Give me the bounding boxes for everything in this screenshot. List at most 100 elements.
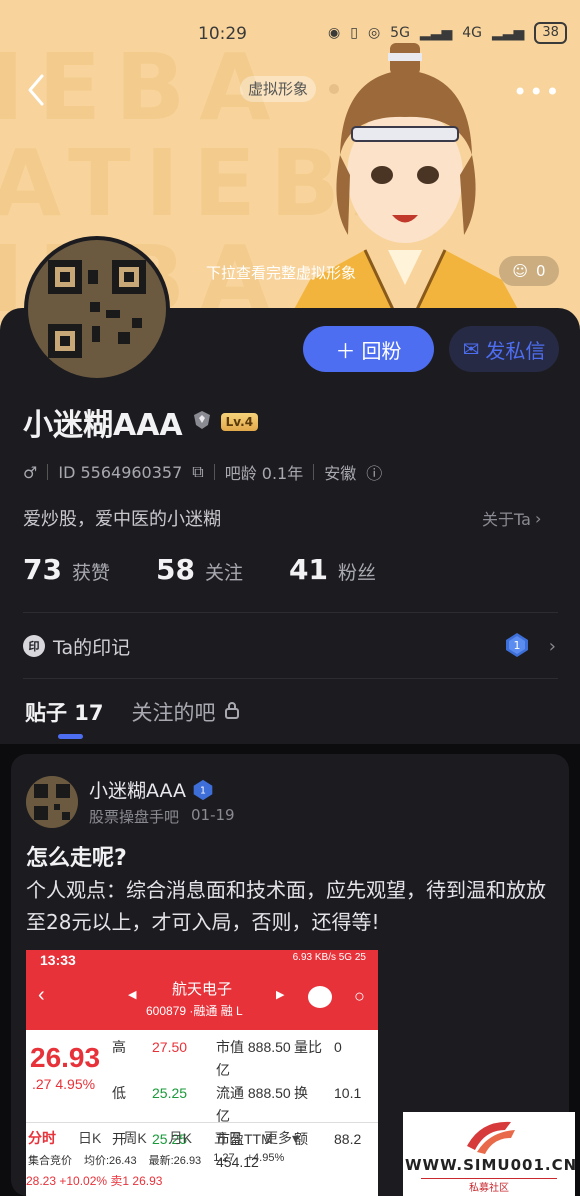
stock-code: 600879 ·融通 融 L bbox=[146, 1004, 243, 1018]
post-forum[interactable]: 股票操盘手吧 bbox=[89, 806, 179, 827]
auction-cell: 最新:26.93 bbox=[148, 1155, 202, 1167]
stat-likes-num: 73 bbox=[23, 553, 62, 586]
quote-cell: 0 bbox=[334, 1039, 342, 1055]
stock-tab: 日K bbox=[78, 1129, 102, 1146]
tab-posts[interactable]: 贴子 17 bbox=[25, 697, 104, 727]
robot-icon bbox=[308, 986, 332, 1008]
about-ta-label: 关于Ta bbox=[482, 510, 531, 529]
avatar[interactable] bbox=[24, 236, 170, 382]
status-time: 10:29 bbox=[198, 24, 247, 44]
watermark-sub: 私募社区 bbox=[421, 1178, 557, 1194]
send-message-button[interactable]: ✉ 发私信 bbox=[449, 326, 559, 372]
male-icon: ♂ bbox=[23, 462, 38, 482]
location: 安徽 bbox=[324, 464, 357, 483]
avatar-like-count: 0 bbox=[536, 262, 546, 280]
help-icon[interactable]: ⓘ bbox=[366, 460, 382, 484]
stat-following-label: 关注 bbox=[204, 562, 243, 584]
auction-cell: +4.95% bbox=[246, 1152, 285, 1164]
level-badge[interactable]: Lv.4 bbox=[220, 413, 259, 431]
stat-following-num: 58 bbox=[155, 553, 195, 586]
divider bbox=[23, 612, 558, 613]
next-icon: ▶ bbox=[276, 989, 285, 1001]
tab-followed-bars-label: 关注的吧 bbox=[131, 701, 216, 725]
stock-status-time: 13:33 bbox=[40, 952, 76, 968]
about-ta-link[interactable]: 关于Ta › bbox=[482, 506, 541, 530]
rank-badge-icon: 1 bbox=[506, 633, 528, 657]
stock-bottom-row: 28.23 +10.02% 卖1 26.93 bbox=[26, 1174, 163, 1188]
chevron-right-icon: › bbox=[534, 508, 542, 528]
bio: 爱炒股，爱中医的小迷糊 bbox=[23, 509, 221, 530]
stock-tab: 周K bbox=[123, 1129, 147, 1146]
post-author[interactable]: 小迷糊AAA 1 bbox=[89, 776, 214, 803]
meta-divider bbox=[47, 464, 49, 480]
stat-likes[interactable]: 73 获赞 bbox=[23, 553, 110, 586]
imprint-icon: 印 bbox=[23, 635, 45, 657]
post-body: 个人观点：综合消息面和技术面，应先观望，待到温和放放至28元以上，才可入局，否则… bbox=[26, 878, 546, 934]
imprint-label: Ta的印记 bbox=[53, 636, 131, 659]
send-message-label: 发私信 bbox=[485, 338, 546, 363]
auction-cell: 1.27 bbox=[213, 1152, 235, 1164]
site-watermark: WWW.SIMU001.CN 私募社区 bbox=[403, 1112, 578, 1196]
quote-cell: 高 bbox=[112, 1039, 126, 1055]
stock-chart-tabs: 分时 日K 周K 月K 五日 更多▾ bbox=[26, 1122, 378, 1152]
follow-back-button[interactable]: ＋ 回粉 bbox=[303, 326, 434, 372]
smile-icon: ☺ bbox=[512, 262, 529, 280]
stats-row: 73 获赞 58 关注 41 粉丝 bbox=[23, 553, 376, 586]
username-row: 小迷糊AAA Lv.4 bbox=[23, 400, 259, 444]
stat-fans-num: 41 bbox=[288, 553, 328, 586]
post-meta: 股票操盘手吧 01-19 bbox=[89, 806, 235, 827]
auction-cell: 均价:26.43 bbox=[84, 1155, 137, 1167]
auction-cell: 集合竞价 bbox=[28, 1155, 72, 1167]
post-title: 怎么走呢? bbox=[26, 846, 127, 871]
shield-badge-icon[interactable] bbox=[191, 409, 213, 435]
search-icon: ○ bbox=[354, 986, 365, 1006]
post-image-stock-screenshot[interactable]: 13:33 6.93 KB/s 5G 25 ‹ ◀ 航天电子 ▶ 600879 … bbox=[26, 950, 378, 1196]
stock-change: .27 4.95% bbox=[32, 1076, 96, 1092]
stat-likes-label: 获赞 bbox=[71, 562, 110, 584]
post-author-avatar[interactable] bbox=[26, 776, 78, 828]
follow-back-label: 回粉 bbox=[361, 338, 402, 363]
tab-posts-label: 贴子 17 bbox=[25, 701, 104, 725]
back-icon[interactable] bbox=[22, 72, 52, 108]
meta-divider bbox=[313, 464, 315, 480]
profile-meta-row: ♂ ID 5564960357 ⧉ 吧龄 0.1年 安徽 ⓘ bbox=[23, 460, 382, 484]
virtual-avatar-character[interactable] bbox=[270, 35, 540, 330]
stock-tab: 分时 bbox=[28, 1129, 56, 1146]
stat-fans-label: 粉丝 bbox=[337, 562, 376, 584]
lock-icon bbox=[224, 700, 240, 724]
post-author-name: 小迷糊AAA bbox=[89, 780, 187, 802]
profile-tabs: 贴子 17 关注的吧 bbox=[25, 697, 240, 727]
stock-tab: 五日 bbox=[214, 1129, 243, 1146]
imprint-row[interactable]: 印 Ta的印记 1 › bbox=[23, 628, 558, 664]
post-date: 01-19 bbox=[191, 806, 235, 824]
stock-tab: 更多▾ bbox=[264, 1129, 300, 1146]
copy-icon[interactable]: ⧉ bbox=[192, 462, 203, 482]
avatar-like-button[interactable]: ☺ 0 bbox=[499, 256, 559, 286]
user-id[interactable]: ID 5564960357 bbox=[58, 463, 182, 482]
chevron-right-icon: › bbox=[548, 636, 556, 657]
back-icon: ‹ bbox=[38, 984, 45, 1006]
stock-name: 航天电子 bbox=[172, 981, 233, 998]
prev-icon: ◀ bbox=[128, 989, 137, 1001]
simu-logo-icon bbox=[467, 1121, 515, 1154]
quote-cell: 量比 bbox=[294, 1039, 322, 1055]
pull-hint-text: 下拉查看完整虚拟形象 bbox=[206, 264, 357, 282]
username: 小迷糊AAA bbox=[23, 408, 183, 443]
stock-price: 26.93 bbox=[30, 1042, 101, 1073]
quote-cell: 市值 888.50亿 bbox=[216, 1039, 291, 1078]
stat-fans[interactable]: 41 粉丝 bbox=[289, 553, 376, 586]
post-author-badge-num: 1 bbox=[200, 785, 206, 796]
bar-age: 吧龄 0.1年 bbox=[224, 464, 304, 483]
imprint-badge-num: 1 bbox=[514, 639, 521, 652]
quote-row: 高 27.50 市值 888.50亿 量比 0 bbox=[112, 1036, 361, 1082]
tab-indicator bbox=[58, 734, 83, 739]
plus-icon: ＋ bbox=[335, 338, 356, 363]
divider bbox=[23, 678, 558, 679]
stock-header: 13:33 6.93 KB/s 5G 25 ‹ ◀ 航天电子 ▶ 600879 … bbox=[26, 950, 378, 1030]
rank-badge-icon: 1 bbox=[193, 779, 213, 800]
stock-status-icons: 6.93 KB/s 5G 25 bbox=[292, 952, 366, 963]
watermark-url: WWW.SIMU001.CN bbox=[405, 1156, 578, 1174]
stat-following[interactable]: 58 关注 bbox=[156, 553, 243, 586]
tab-followed-bars[interactable]: 关注的吧 bbox=[132, 697, 240, 727]
message-icon: ✉ bbox=[462, 337, 480, 361]
